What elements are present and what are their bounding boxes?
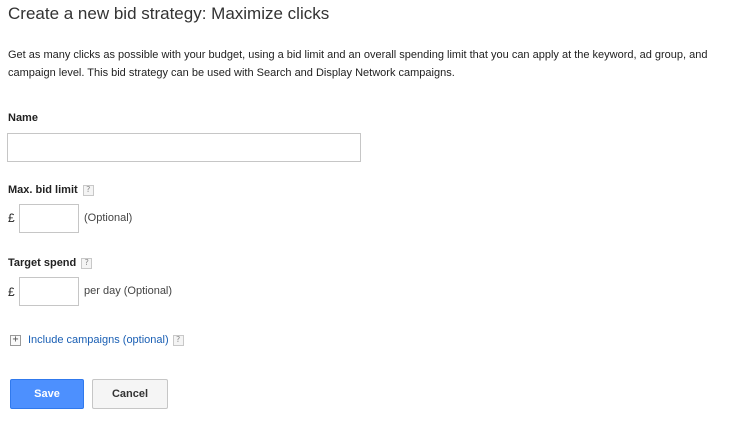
name-label-text: Name: [8, 112, 38, 124]
target-spend-currency: £: [8, 285, 15, 299]
target-spend-input[interactable]: [19, 277, 79, 306]
max-bid-hint: (Optional): [84, 212, 133, 224]
target-spend-hint: per day (Optional): [84, 285, 173, 297]
cancel-button[interactable]: Cancel: [92, 379, 168, 409]
target-spend-label: Target spend ?: [8, 257, 93, 269]
max-bid-currency: £: [8, 211, 15, 225]
max-bid-input[interactable]: [19, 204, 79, 233]
target-spend-help-icon[interactable]: ?: [81, 257, 93, 269]
name-label: Name: [8, 112, 38, 124]
name-input[interactable]: [7, 133, 361, 162]
page-title: Create a new bid strategy: Maximize clic…: [8, 4, 330, 23]
page-description: Get as many clicks as possible with your…: [8, 49, 708, 79]
max-bid-help-icon[interactable]: ?: [82, 184, 94, 196]
max-bid-label: Max. bid limit ?: [8, 184, 94, 196]
include-campaigns-help-icon[interactable]: ?: [172, 334, 184, 346]
expand-plus-icon[interactable]: +: [10, 334, 21, 346]
include-campaigns-row[interactable]: + Include campaigns (optional) ?: [10, 334, 184, 346]
max-bid-label-text: Max. bid limit: [8, 184, 78, 196]
target-spend-label-text: Target spend: [8, 257, 77, 269]
include-campaigns-link[interactable]: Include campaigns (optional): [28, 334, 169, 346]
save-button[interactable]: Save: [10, 379, 84, 409]
